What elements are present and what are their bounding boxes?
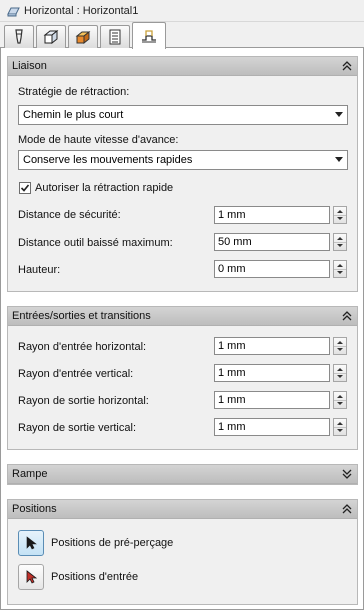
- spin-up-icon: [337, 368, 343, 371]
- predrill-positions-label: Positions de pré-perçage: [51, 537, 174, 549]
- tab-passes[interactable]: [100, 25, 130, 48]
- safe-distance-input[interactable]: 1 mm: [214, 206, 330, 224]
- section-positions: Positions Positions de pré-perçage Posit…: [7, 499, 358, 605]
- spin-divider: [334, 400, 346, 401]
- chevron-up-icon[interactable]: [342, 311, 352, 321]
- section-title: Entrées/sorties et transitions: [12, 310, 151, 322]
- spin-down-icon: [337, 271, 343, 274]
- section-title: Liaison: [12, 60, 47, 72]
- height-spinner[interactable]: [333, 260, 347, 278]
- max-stay-down-spinner[interactable]: [333, 233, 347, 251]
- height-label: Hauteur:: [18, 264, 61, 276]
- h-exit-spinner[interactable]: [333, 391, 347, 409]
- safe-distance-spinner[interactable]: [333, 206, 347, 224]
- spin-divider: [334, 373, 346, 374]
- spin-down-icon: [337, 402, 343, 405]
- v-exit-input[interactable]: 1 mm: [214, 418, 330, 436]
- tab-strip: [0, 22, 364, 49]
- predrill-positions-button[interactable]: [18, 530, 44, 556]
- tab-heights[interactable]: [68, 25, 98, 48]
- section-leads: Entrées/sorties et transitions Rayon d'e…: [7, 306, 358, 450]
- high-feed-select[interactable]: Conserve les mouvements rapides: [18, 150, 348, 170]
- section-title: Rampe: [12, 468, 48, 480]
- tab-stock[interactable]: [36, 25, 66, 48]
- spin-up-icon: [337, 237, 343, 240]
- cursor-arrow-icon: [26, 570, 38, 584]
- chevron-down-icon[interactable]: [342, 469, 352, 479]
- section-liaison: Liaison Stratégie de rétraction: Chemin …: [7, 56, 358, 292]
- feature-icon: [7, 7, 20, 16]
- checkmark-icon: [20, 184, 30, 192]
- window-title-bar: Horizontal : Horizontal1: [0, 0, 364, 22]
- chevron-up-icon[interactable]: [342, 61, 352, 71]
- spin-up-icon: [337, 341, 343, 344]
- rapid-retract-checkbox[interactable]: [19, 182, 31, 194]
- retract-strategy-select[interactable]: Chemin le plus court: [18, 105, 348, 125]
- chevron-up-icon[interactable]: [342, 504, 352, 514]
- v-exit-label: Rayon de sortie vertical:: [18, 422, 136, 434]
- stock-icon: [43, 29, 59, 45]
- retract-strategy-value: Chemin le plus court: [23, 109, 124, 121]
- passes-icon: [109, 29, 121, 45]
- spin-divider: [334, 427, 346, 428]
- h-entry-label: Rayon d'entrée horizontal:: [18, 341, 147, 353]
- entry-positions-label: Positions d'entrée: [51, 571, 139, 583]
- spin-down-icon: [337, 348, 343, 351]
- retract-strategy-label: Stratégie de rétraction:: [18, 86, 130, 98]
- h-exit-label: Rayon de sortie horizontal:: [18, 395, 149, 407]
- tab-tool[interactable]: [4, 25, 34, 48]
- spin-down-icon: [337, 375, 343, 378]
- properties-panel: Liaison Stratégie de rétraction: Chemin …: [0, 48, 364, 610]
- h-entry-input[interactable]: 1 mm: [214, 337, 330, 355]
- tab-linking[interactable]: [132, 22, 166, 49]
- rapid-retract-label: Autoriser la rétraction rapide: [35, 182, 174, 194]
- height-input[interactable]: 0 mm: [214, 260, 330, 278]
- spin-divider: [334, 242, 346, 243]
- window-title: Horizontal : Horizontal1: [24, 4, 139, 17]
- section-liaison-header[interactable]: Liaison: [8, 57, 357, 76]
- spin-up-icon: [337, 264, 343, 267]
- spin-up-icon: [337, 210, 343, 213]
- v-entry-label: Rayon d'entrée vertical:: [18, 368, 134, 380]
- v-entry-input[interactable]: 1 mm: [214, 364, 330, 382]
- spin-down-icon: [337, 217, 343, 220]
- section-title: Positions: [12, 503, 57, 515]
- high-feed-label: Mode de haute vitesse d'avance:: [18, 134, 179, 146]
- dropdown-arrow-icon: [335, 157, 343, 162]
- max-stay-down-label: Distance outil baissé maximum:: [18, 237, 173, 249]
- section-leads-header[interactable]: Entrées/sorties et transitions: [8, 307, 357, 326]
- h-exit-input[interactable]: 1 mm: [214, 391, 330, 409]
- linking-icon: [142, 30, 156, 43]
- spin-up-icon: [337, 422, 343, 425]
- dropdown-arrow-icon: [335, 112, 343, 117]
- tool-icon: [15, 29, 23, 44]
- spin-down-icon: [337, 244, 343, 247]
- spin-divider: [334, 269, 346, 270]
- high-feed-value: Conserve les mouvements rapides: [23, 154, 193, 166]
- spin-down-icon: [337, 429, 343, 432]
- spin-divider: [334, 215, 346, 216]
- section-ramp: Rampe: [7, 464, 358, 485]
- heights-icon: [75, 30, 91, 45]
- v-exit-spinner[interactable]: [333, 418, 347, 436]
- section-ramp-header[interactable]: Rampe: [8, 465, 357, 484]
- v-entry-spinner[interactable]: [333, 364, 347, 382]
- spin-up-icon: [337, 395, 343, 398]
- section-positions-header[interactable]: Positions: [8, 500, 357, 519]
- entry-positions-button[interactable]: [18, 564, 44, 590]
- cursor-arrow-icon: [26, 536, 37, 550]
- h-entry-spinner[interactable]: [333, 337, 347, 355]
- safe-distance-label: Distance de sécurité:: [18, 209, 121, 221]
- max-stay-down-input[interactable]: 50 mm: [214, 233, 330, 251]
- spin-divider: [334, 346, 346, 347]
